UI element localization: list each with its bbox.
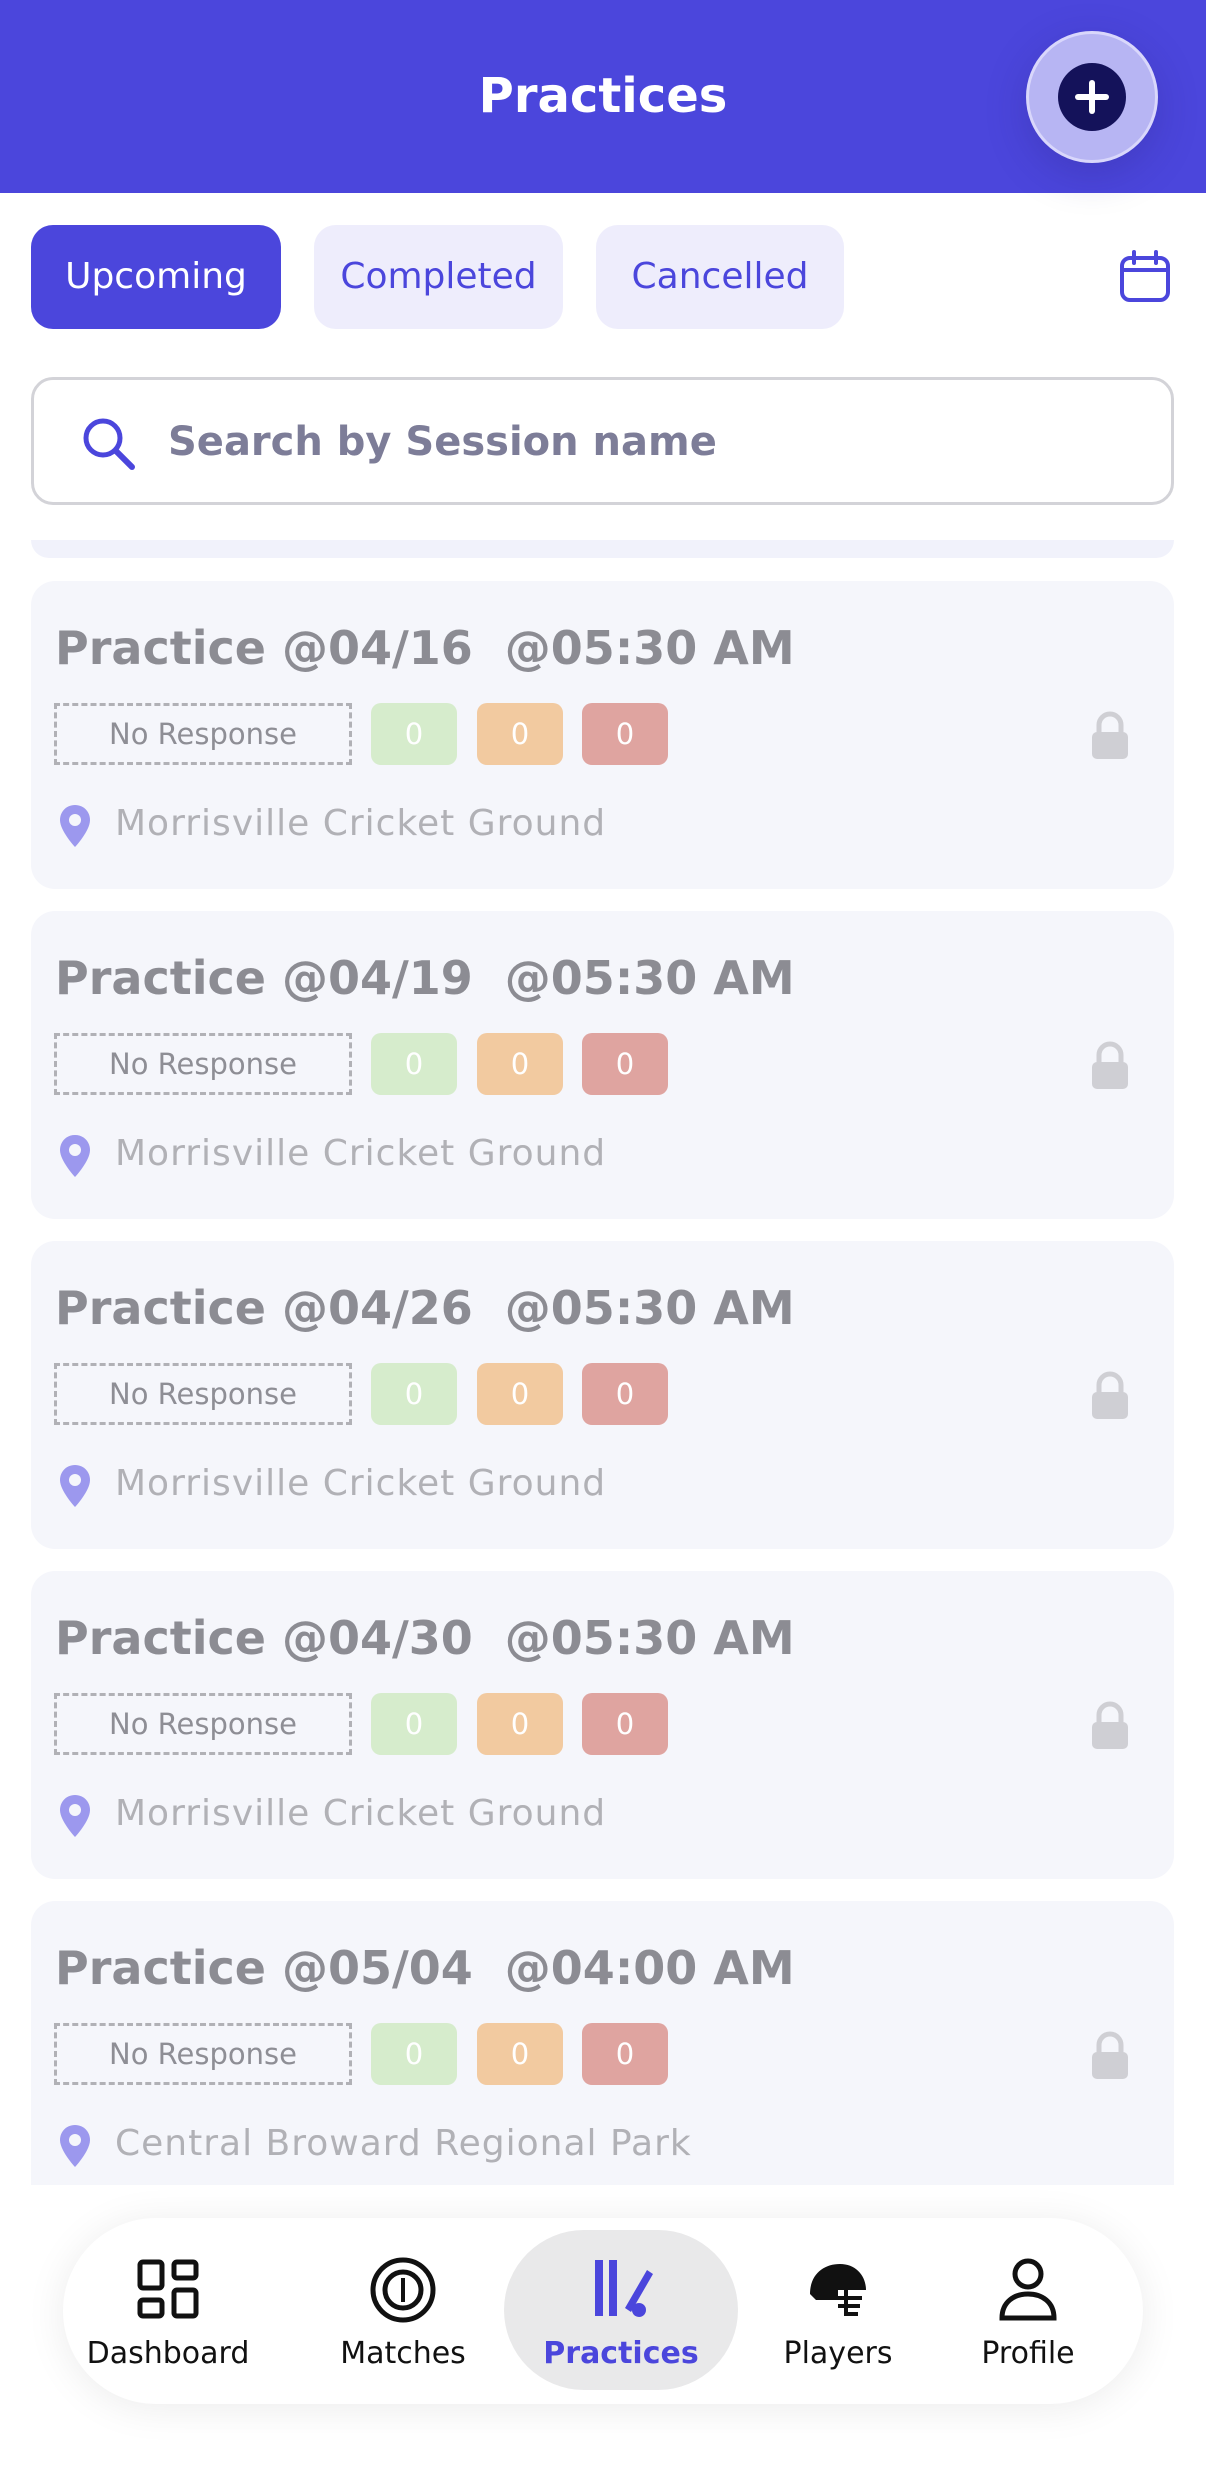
search-icon xyxy=(83,418,135,470)
helmet-icon xyxy=(810,2264,866,2316)
nav-item-players[interactable]: Players xyxy=(753,2218,923,2404)
practice-location: Morrisville Cricket Ground xyxy=(115,803,607,844)
nav-label: Dashboard xyxy=(86,2336,250,2371)
maybe-count-badge: 0 xyxy=(477,703,563,765)
location-pin-icon xyxy=(60,805,90,847)
nav-label: Practices xyxy=(543,2336,699,2371)
bottom-nav: Dashboard Matches Practices Players Prof… xyxy=(63,2218,1143,2404)
response-status[interactable]: No Response xyxy=(54,703,352,765)
yes-count-badge: 0 xyxy=(371,1693,457,1755)
nav-item-matches[interactable]: Matches xyxy=(333,2218,473,2404)
no-count-badge: 0 xyxy=(582,703,668,765)
practice-card[interactable]: Practice @04/30 @05:30 AM No Response 0 … xyxy=(31,1571,1174,1879)
response-status[interactable]: No Response xyxy=(54,1033,352,1095)
yes-count-badge: 0 xyxy=(371,1033,457,1095)
practice-location: Central Broward Regional Park xyxy=(115,2123,692,2164)
add-practice-button[interactable] xyxy=(1026,31,1158,163)
maybe-count-badge: 0 xyxy=(477,2023,563,2085)
tab-cancelled[interactable]: Cancelled xyxy=(596,225,844,329)
response-status[interactable]: No Response xyxy=(54,1363,352,1425)
practice-title: Practice @04/30 @05:30 AM xyxy=(55,1611,795,1665)
plus-icon xyxy=(1058,63,1126,131)
practice-card[interactable]: Practice @04/16 @05:30 AM No Response 0 … xyxy=(31,581,1174,889)
no-count-badge: 0 xyxy=(582,1693,668,1755)
lock-icon xyxy=(1092,711,1128,759)
practice-location: Morrisville Cricket Ground xyxy=(115,1463,607,1504)
person-icon xyxy=(999,2258,1057,2321)
practice-card[interactable]: Practice @04/19 @05:30 AM No Response 0 … xyxy=(31,911,1174,1219)
maybe-count-badge: 0 xyxy=(477,1693,563,1755)
lock-icon xyxy=(1092,2031,1128,2079)
yes-count-badge: 0 xyxy=(371,2023,457,2085)
tab-completed[interactable]: Completed xyxy=(314,225,563,329)
response-status[interactable]: No Response xyxy=(54,1693,352,1755)
lock-icon xyxy=(1092,1701,1128,1749)
maybe-count-badge: 0 xyxy=(477,1363,563,1425)
location-pin-icon xyxy=(60,1795,90,1837)
maybe-count-badge: 0 xyxy=(477,1033,563,1095)
practice-location: Morrisville Cricket Ground xyxy=(115,1793,607,1834)
ball-icon xyxy=(370,2257,436,2323)
cricket-bat-icon xyxy=(595,2260,653,2317)
no-count-badge: 0 xyxy=(582,2023,668,2085)
location-pin-icon xyxy=(60,1135,90,1177)
nav-label: Players xyxy=(783,2336,893,2371)
lock-icon xyxy=(1092,1041,1128,1089)
response-status[interactable]: No Response xyxy=(54,2023,352,2085)
card-peek xyxy=(31,540,1174,558)
nav-label: Matches xyxy=(340,2336,466,2371)
practice-list: Practice @04/16 @05:30 AM No Response 0 … xyxy=(0,560,1206,2185)
yes-count-badge: 0 xyxy=(371,703,457,765)
location-pin-icon xyxy=(60,1465,90,1507)
lock-icon xyxy=(1092,1371,1128,1419)
practice-title: Practice @04/19 @05:30 AM xyxy=(55,951,795,1005)
practice-title: Practice @05/04 @04:00 AM xyxy=(55,1941,795,1995)
nav-item-profile[interactable]: Profile xyxy=(943,2218,1113,2404)
yes-count-badge: 0 xyxy=(371,1363,457,1425)
nav-label: Profile xyxy=(981,2336,1075,2371)
header-bar: Practices xyxy=(0,0,1206,193)
search-input[interactable] xyxy=(168,400,1128,484)
practice-location: Morrisville Cricket Ground xyxy=(115,1133,607,1174)
nav-item-practices[interactable]: Practices xyxy=(504,2218,738,2404)
practice-title: Practice @04/16 @05:30 AM xyxy=(55,621,795,675)
nav-item-dashboard[interactable]: Dashboard xyxy=(73,2218,263,2404)
dashboard-icon xyxy=(137,2259,199,2319)
practice-card[interactable]: Practice @04/26 @05:30 AM No Response 0 … xyxy=(31,1241,1174,1549)
practice-card[interactable]: Practice @05/04 @04:00 AM No Response 0 … xyxy=(31,1901,1174,2185)
search-box xyxy=(31,377,1174,505)
practice-title: Practice @04/26 @05:30 AM xyxy=(55,1281,795,1335)
tab-upcoming[interactable]: Upcoming xyxy=(31,225,281,329)
calendar-icon[interactable] xyxy=(1118,250,1172,304)
no-count-badge: 0 xyxy=(582,1033,668,1095)
no-count-badge: 0 xyxy=(582,1363,668,1425)
location-pin-icon xyxy=(60,2125,90,2167)
